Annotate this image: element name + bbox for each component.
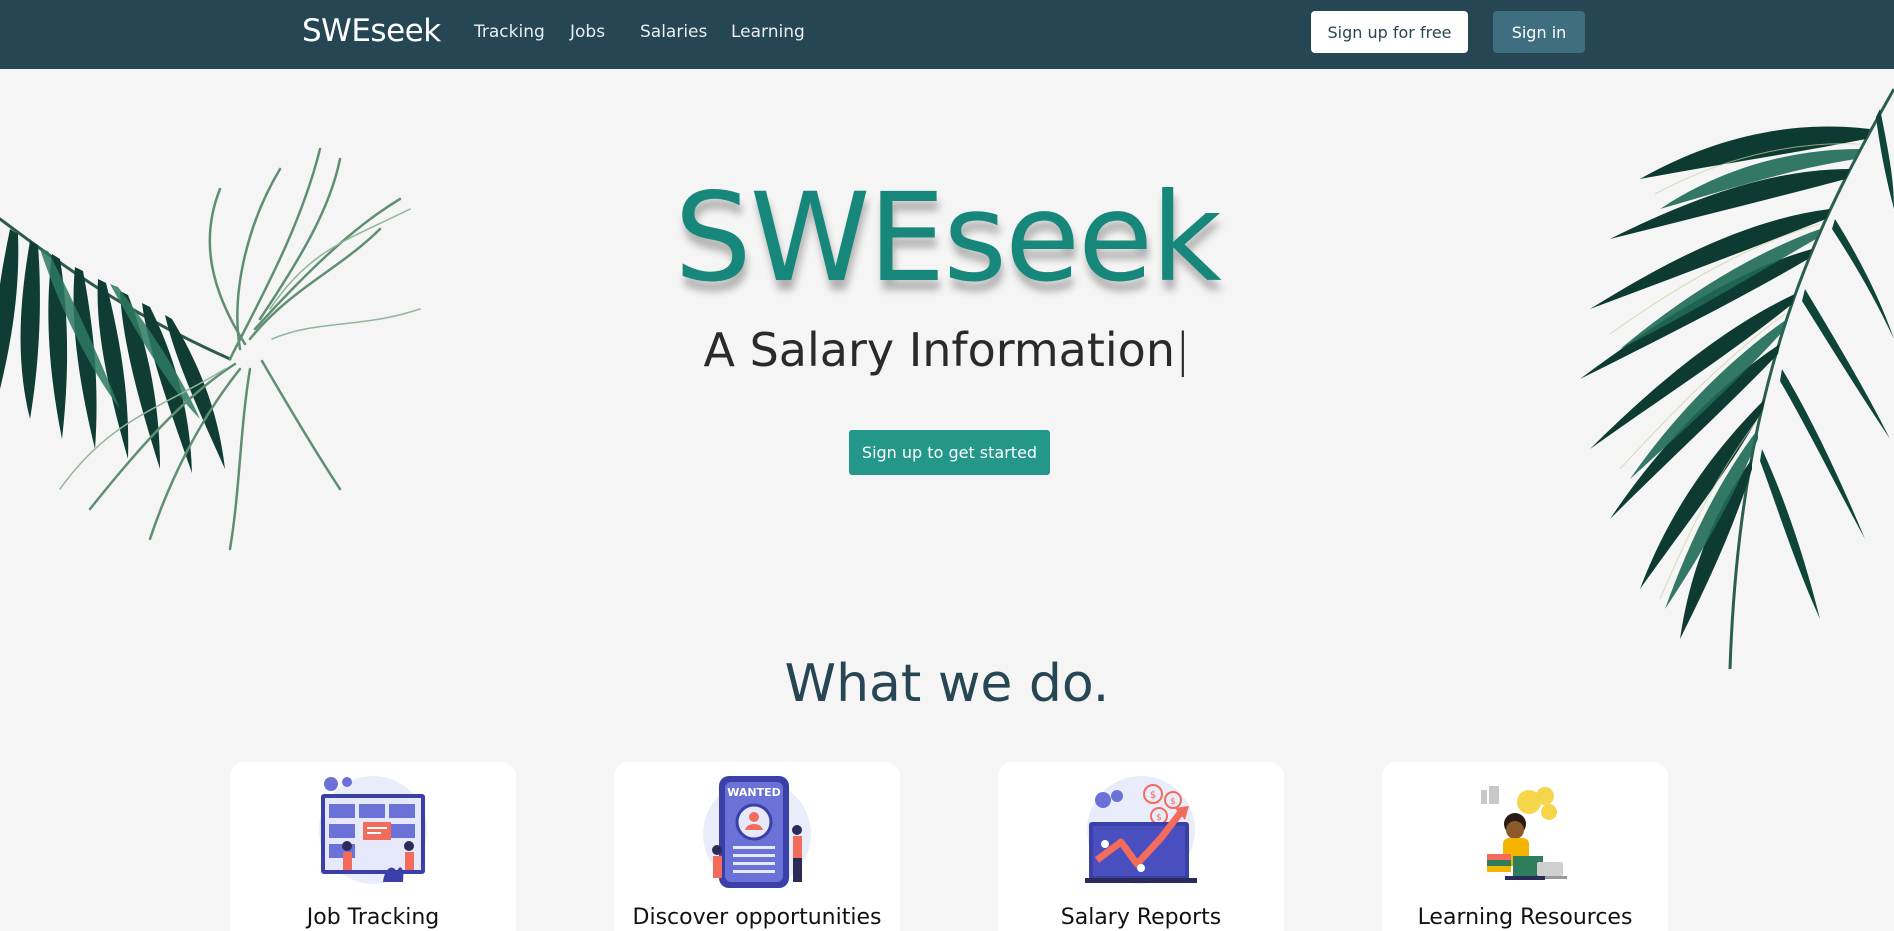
hero-title: SWEseek [674,167,1221,309]
wanted-badge-text: WANTED [727,786,781,799]
feature-card-salary-reports[interactable]: $ $ $ Salary Reports [998,762,1284,931]
feature-card-title: Learning Resources [1417,905,1633,930]
nav-link-jobs[interactable]: Jobs [570,22,605,42]
job-tracking-illustration [319,776,427,884]
features-heading: What we do. [784,654,1110,714]
svg-text:$: $ [1156,813,1162,823]
get-started-button[interactable]: Sign up to get started [849,430,1050,475]
hero-subtitle: A Salary Information| [0,322,1894,378]
feature-card-job-tracking[interactable]: Job Tracking [230,762,516,931]
feature-card-learning-resources[interactable]: Learning Resources [1382,762,1668,931]
feature-card-title: Job Tracking [306,905,440,930]
salary-chart-illustration: $ $ $ [1085,776,1197,884]
feature-card-title: Discover opportunities [632,905,882,930]
typed-subtitle-text: A Salary Information [703,323,1175,377]
navbar: SWEseek Tracking Jobs Salaries Learning … [0,0,1894,69]
feature-card-discover-opportunities[interactable]: WANTED Discover opportunities [614,762,900,931]
brand-logo-link[interactable]: SWEseek [302,13,441,49]
signup-free-button[interactable]: Sign up for free [1311,11,1468,53]
nav-link-salaries[interactable]: Salaries [640,22,707,42]
nav-link-learning[interactable]: Learning [731,22,805,42]
learning-resources-illustration [1481,786,1567,880]
feature-card-title: Salary Reports [1060,905,1222,930]
nav-link-tracking[interactable]: Tracking [474,22,545,42]
signin-button[interactable]: Sign in [1493,11,1585,53]
svg-text:$: $ [1150,790,1156,801]
palm-leaves-left-decoration [0,147,421,551]
typing-cursor: | [1174,323,1191,377]
svg-text:$: $ [1170,797,1176,807]
wanted-poster-illustration: WANTED [703,776,811,888]
